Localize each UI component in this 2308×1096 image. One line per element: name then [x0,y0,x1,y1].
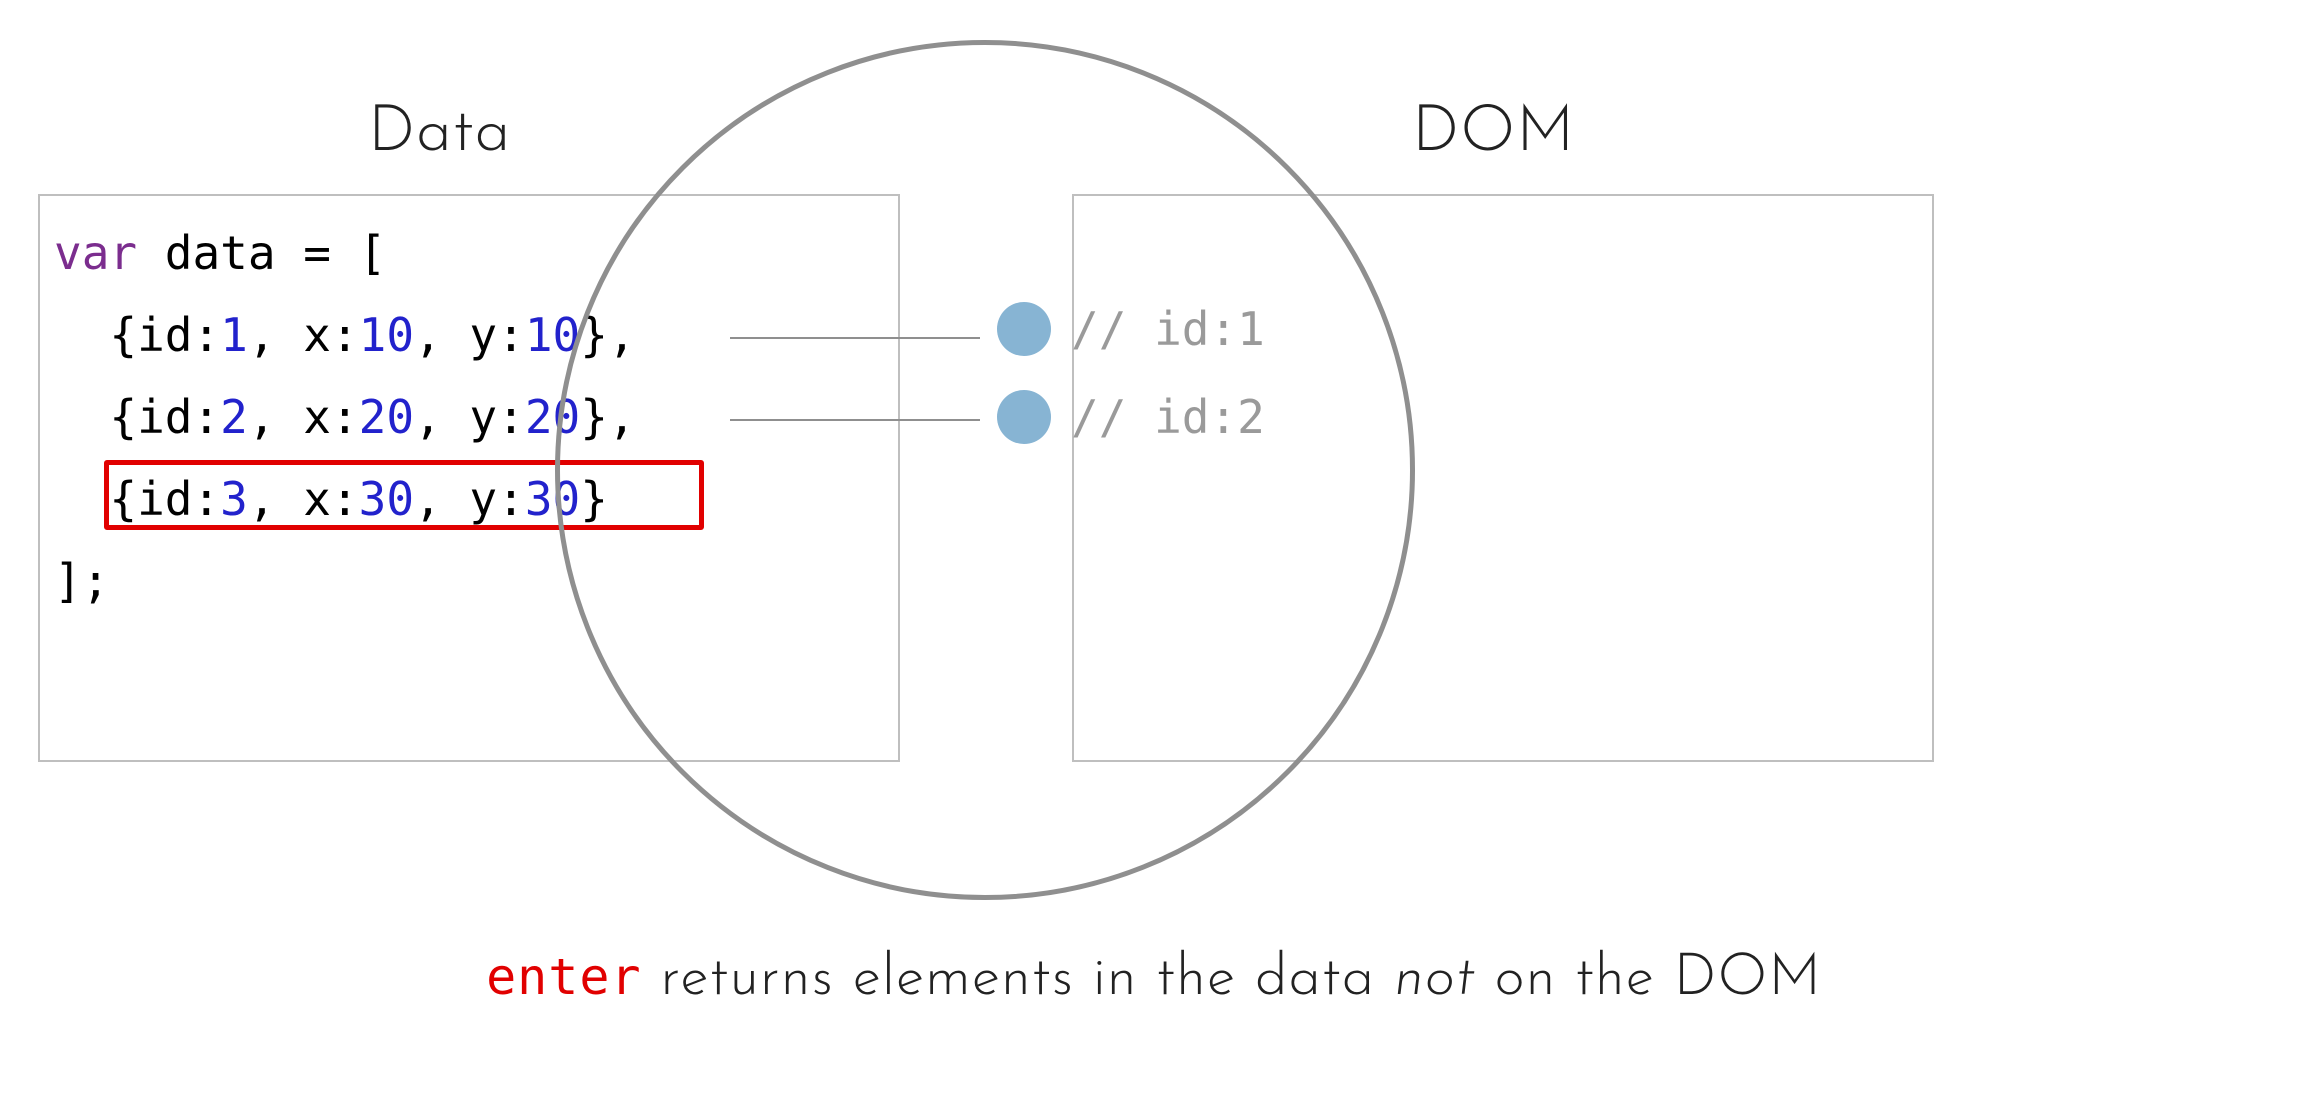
heading-data: Data [368,102,511,166]
code-keyword-var: var [54,226,137,280]
code-block: var data = [ {id:1, x:10, y:10}, {id:2, … [54,212,636,622]
code-row2-x: 20 [359,390,414,444]
code-row1-x: 10 [359,308,414,362]
caption-not: not [1394,950,1476,1009]
code-decl: data = [ [137,226,386,280]
code-row1-e: , y: [414,308,525,362]
caption-part1: returns elements in the data [642,950,1394,1009]
caption: enter returns elements in the data not o… [0,948,2308,1009]
code-row1-id: 1 [220,308,248,362]
code-row2-id: 2 [220,390,248,444]
caption-enter: enter [486,948,642,1006]
code-row1-c: , x: [248,308,359,362]
code-row2-a: {id: [54,390,220,444]
code-row2-e: , y: [414,390,525,444]
venn-circle [555,40,1415,900]
heading-dom: DOM [1412,102,1575,166]
code-row2-c: , x: [248,390,359,444]
code-row1-a: {id: [54,308,220,362]
caption-part2: on the DOM [1476,950,1822,1009]
diagram-root: Data DOM var data = [ {id:1, x:10, y:10}… [0,0,2308,1096]
code-close: ]; [54,554,109,608]
